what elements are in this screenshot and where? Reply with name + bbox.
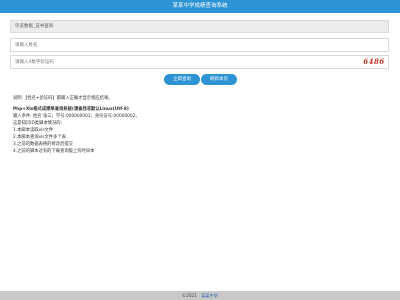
footer: ©2021 某某中学	[0, 291, 400, 300]
app-header: 某某中学成绩查询系统	[0, 0, 400, 13]
captcha-image[interactable]: 6486	[363, 57, 385, 67]
name-input[interactable]	[10, 38, 389, 52]
query-type-select[interactable]: 尽览数据_证书查询	[10, 20, 389, 33]
system-description: Php+Xls格式成绩单查询系统(请查找非默认Linux(Utf-8)	[13, 107, 129, 112]
input-conditions: 输入条件: 姓名:张三；学号:000000001；身份证号:00000002。	[13, 114, 140, 119]
footer-link[interactable]: 某某中学	[201, 293, 218, 298]
info-line: 1.本脚本读取xls文件	[13, 128, 54, 133]
info-line: 这是知识ID类脚本情况的:	[13, 121, 62, 126]
info-line: 4.之前的脚本过有的下载查询版上有时间本	[13, 149, 95, 154]
page-title: 某某中学成绩查询系统	[172, 3, 228, 9]
captcha-input[interactable]	[10, 55, 389, 69]
info-line: 2.本脚本查询xls文件多个表	[13, 135, 67, 140]
reset-button[interactable]: 刷新本页	[201, 74, 237, 85]
instruction-text: 说明:【姓名+验证码】都输入正确才显示相应结果。	[13, 96, 113, 101]
copyright-text: ©2021	[182, 293, 197, 298]
info-line: 3.之前的数据表格的修改后提交	[13, 142, 73, 147]
query-button[interactable]: 立即查询	[164, 74, 200, 85]
